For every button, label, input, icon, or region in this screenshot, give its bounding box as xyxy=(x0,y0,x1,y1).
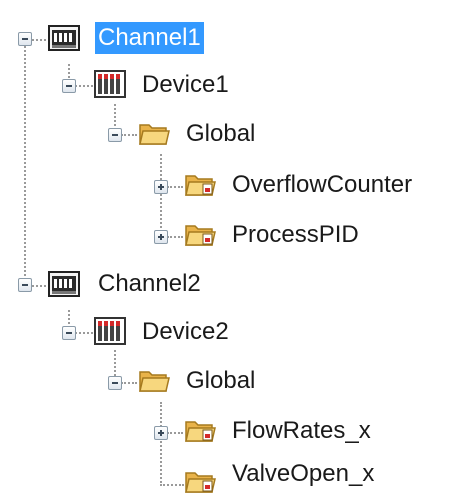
device1-collapse-toggle[interactable] xyxy=(62,79,76,93)
processpid-expand-toggle[interactable] xyxy=(154,230,168,244)
tree-connector xyxy=(167,186,183,188)
tree-connector xyxy=(167,236,183,238)
tree-connector xyxy=(114,104,116,130)
folder-icon xyxy=(184,416,216,444)
tree-connector xyxy=(32,39,46,41)
tree-connector xyxy=(75,332,93,334)
folder-icon xyxy=(184,467,216,495)
tree-connector xyxy=(167,432,183,434)
tree-connector xyxy=(160,484,184,486)
tree-connector xyxy=(32,285,46,287)
tree-node-device2[interactable]: Device2 xyxy=(139,316,232,348)
folder-icon xyxy=(138,119,170,147)
tree-connector xyxy=(160,402,162,486)
tree-node-channel1[interactable]: Channel1 xyxy=(95,22,204,54)
channel-network-icon xyxy=(48,24,80,52)
tree-node-device1[interactable]: Device1 xyxy=(139,69,232,101)
tag-tree: Channel1 Device1 Global OverflowCounter … xyxy=(0,0,452,493)
tree-connector xyxy=(75,85,93,87)
folder-icon xyxy=(138,366,170,394)
folder-icon xyxy=(184,170,216,198)
device-rack-icon xyxy=(94,317,126,345)
tree-node-global1[interactable]: Global xyxy=(183,118,258,150)
folder-icon xyxy=(184,220,216,248)
tree-node-processpid[interactable]: ProcessPID xyxy=(229,219,362,251)
tree-connector xyxy=(121,382,137,384)
tree-connector xyxy=(160,154,162,236)
tree-node-global2[interactable]: Global xyxy=(183,365,258,397)
flowrates-expand-toggle[interactable] xyxy=(154,426,168,440)
global2-collapse-toggle[interactable] xyxy=(108,376,122,390)
tree-node-overflowcounter[interactable]: OverflowCounter xyxy=(229,169,415,201)
channel-network-icon xyxy=(48,270,80,298)
tree-node-valveopen-x[interactable]: ValveOpen_x xyxy=(229,458,377,490)
channel2-collapse-toggle[interactable] xyxy=(18,278,32,292)
tree-connector xyxy=(121,134,137,136)
channel1-collapse-toggle[interactable] xyxy=(18,32,32,46)
tree-connector xyxy=(24,46,26,284)
device-rack-icon xyxy=(94,70,126,98)
device2-collapse-toggle[interactable] xyxy=(62,326,76,340)
tree-node-flowrates-x[interactable]: FlowRates_x xyxy=(229,415,374,447)
global1-collapse-toggle[interactable] xyxy=(108,128,122,142)
tree-node-channel2[interactable]: Channel2 xyxy=(95,268,204,300)
overflowcounter-expand-toggle[interactable] xyxy=(154,180,168,194)
